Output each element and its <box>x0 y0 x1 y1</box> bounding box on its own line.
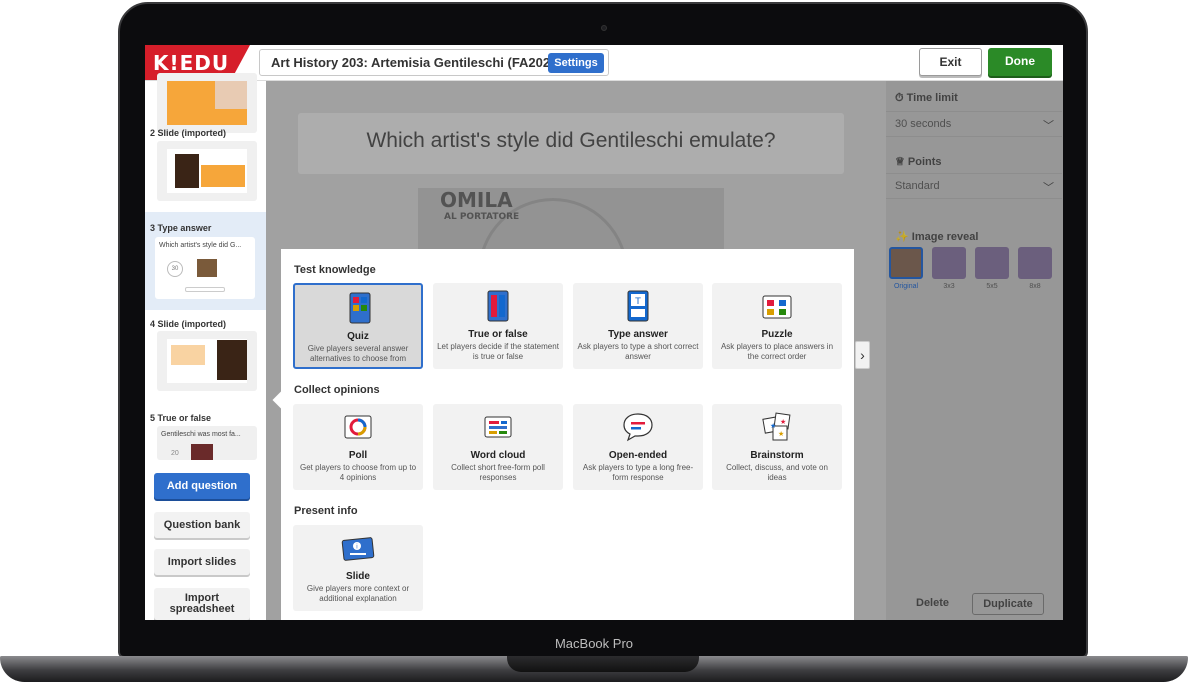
section-heading: Test knowledge <box>294 264 376 276</box>
kahoot-title: Art History 203: Artemisia Gentileschi (… <box>271 55 562 70</box>
question-type-puzzle[interactable]: Puzzle Ask players to place answers in t… <box>712 283 842 369</box>
quiz-icon <box>349 292 371 324</box>
import-slides-button[interactable]: Import slides <box>154 549 250 575</box>
card-title: Word cloud <box>470 450 526 461</box>
question-type-quiz[interactable]: Quiz Give players several answer alterna… <box>293 283 423 369</box>
slide-thumbnail[interactable] <box>157 73 257 133</box>
time-badge: 30 <box>167 261 183 277</box>
card-description: Give players more context or additional … <box>306 584 410 603</box>
poll-icon <box>344 415 372 439</box>
question-type-slide[interactable]: i Slide Give players more context or add… <box>293 525 423 611</box>
slide-thumbnail[interactable] <box>157 331 257 391</box>
slide-preview-text: Gentileschi was most fa... <box>161 431 241 438</box>
slide-preview-text: Which artist's style did G... <box>159 242 242 249</box>
exit-button[interactable]: Exit <box>919 48 982 76</box>
question-type-word-cloud[interactable]: Word cloud Collect short free-form poll … <box>433 404 563 490</box>
card-title: True or false <box>468 329 528 340</box>
logo-text: K!EDU <box>153 51 230 75</box>
card-title: Slide <box>346 571 370 582</box>
slide-item-label: 2 Slide (imported) <box>150 128 227 138</box>
slide-thumbnail[interactable] <box>157 141 257 201</box>
card-title: Poll <box>348 450 368 461</box>
question-bank-button[interactable]: Question bank <box>154 512 250 538</box>
done-button[interactable]: Done <box>988 48 1052 76</box>
time-badge: 20 <box>171 450 179 457</box>
svg-text:★: ★ <box>780 418 786 426</box>
question-type-poll[interactable]: Poll Get players to choose from up to 4 … <box>293 404 423 490</box>
device-label: MacBook Pro <box>554 636 634 651</box>
card-description: Get players to choose from up to 4 opini… <box>299 463 417 482</box>
svg-text:★: ★ <box>778 430 784 438</box>
card-title: Brainstorm <box>750 450 804 461</box>
laptop-notch <box>507 656 699 672</box>
slide-list-panel: 2 Slide (imported) 3 Type answer Which a… <box>145 73 266 620</box>
card-description: Give players several answer alternatives… <box>307 344 409 363</box>
question-type-true-or-false[interactable]: True or false Let players decide if the … <box>433 283 563 369</box>
card-title: Open-ended <box>608 450 668 461</box>
card-title: Quiz <box>347 331 369 342</box>
top-bar: K!EDU Art History 203: Artemisia Gentile… <box>145 45 1063 81</box>
brainstorm-icon: ★ ★ ★ <box>762 412 791 441</box>
slide-item-label: 3 Type answer <box>150 223 212 233</box>
slide-thumbnail[interactable]: Which artist's style did G... 30 <box>155 237 255 299</box>
card-description: Ask players to type a long free-form res… <box>582 463 694 482</box>
question-type-picker: Test knowledge Quiz Give players several… <box>281 249 854 620</box>
chevron-right-icon[interactable]: › <box>855 341 870 369</box>
type-answer-icon: T <box>627 290 649 322</box>
app-screen: K!EDU Art History 203: Artemisia Gentile… <box>145 45 1063 620</box>
word-cloud-icon <box>484 416 512 438</box>
card-description: Collect, discuss, and vote on ideas <box>726 463 828 482</box>
question-type-brainstorm[interactable]: ★ ★ ★ Brainstorm Collect, discuss, and v… <box>712 404 842 490</box>
open-ended-icon <box>623 413 653 442</box>
svg-text:★: ★ <box>770 422 776 430</box>
puzzle-icon <box>762 295 792 319</box>
slide-item-label: 5 True or false <box>150 413 212 423</box>
true-false-icon <box>487 290 509 322</box>
settings-button[interactable]: Settings <box>548 53 604 73</box>
slide-info-icon: i <box>341 537 375 561</box>
slide-item-label: 4 Slide (imported) <box>150 319 227 329</box>
camera-icon <box>601 25 607 31</box>
card-title: Puzzle <box>761 329 793 340</box>
add-question-button[interactable]: Add question <box>154 473 250 499</box>
card-description: Ask players to place answers in the corr… <box>720 342 834 361</box>
card-description: Ask players to type a short correct answ… <box>577 342 699 361</box>
section-heading: Collect opinions <box>294 384 380 396</box>
slide-thumbnail[interactable]: Gentileschi was most fa... 20 <box>157 426 257 460</box>
section-heading: Present info <box>294 505 358 517</box>
card-description: Collect short free-form poll responses <box>451 463 545 482</box>
kahoot-title-field[interactable]: Art History 203: Artemisia Gentileschi (… <box>259 49 609 76</box>
svg-text:T: T <box>634 297 641 307</box>
question-type-type-answer[interactable]: T Type answer Ask players to type a shor… <box>573 283 703 369</box>
card-title: Type answer <box>608 329 668 340</box>
card-description: Let players decide if the statement is t… <box>437 342 559 361</box>
question-type-open-ended[interactable]: Open-ended Ask players to type a long fr… <box>573 404 703 490</box>
import-spreadsheet-button[interactable]: Import spreadsheet <box>154 588 250 620</box>
